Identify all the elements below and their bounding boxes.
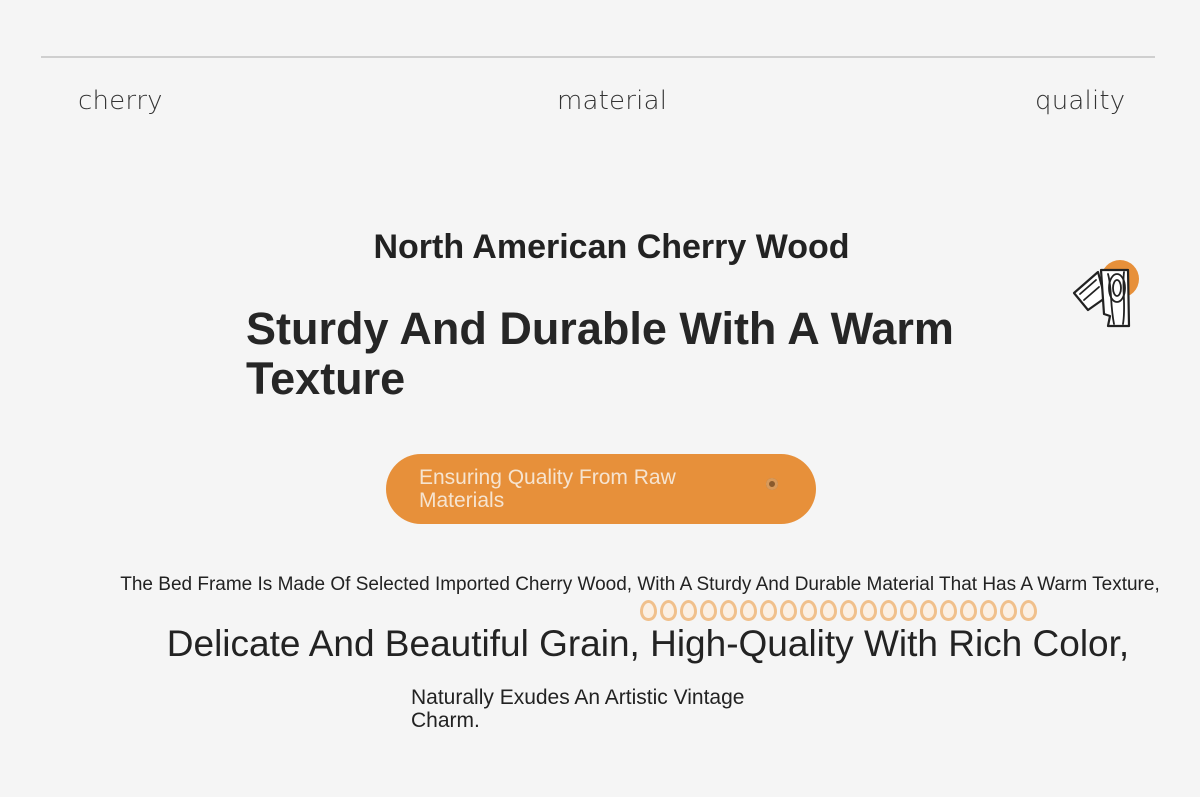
keyword-material: material <box>557 86 668 116</box>
keyword-cherry: cherry <box>78 86 163 116</box>
description-line-2: Delicate And Beautiful Grain, High-Quali… <box>166 623 1130 664</box>
keyword-quality: quality <box>1035 86 1126 116</box>
quality-assurance-button[interactable]: Ensuring Quality From Raw Materials <box>386 454 816 524</box>
quality-assurance-label: Ensuring Quality From Raw Materials <box>419 466 676 512</box>
dot-icon <box>766 478 778 490</box>
top-divider <box>41 56 1155 58</box>
bead-chain-icon <box>640 600 1037 621</box>
section-subtitle: North American Cherry Wood <box>373 228 850 266</box>
wood-grain-icon <box>1068 258 1144 334</box>
description-line-1: The Bed Frame Is Made Of Selected Import… <box>120 574 1160 595</box>
section-headline: Sturdy And Durable With A Warm Texture <box>246 303 954 404</box>
description-line-3: Naturally Exudes An Artistic Vintage Cha… <box>411 686 745 732</box>
